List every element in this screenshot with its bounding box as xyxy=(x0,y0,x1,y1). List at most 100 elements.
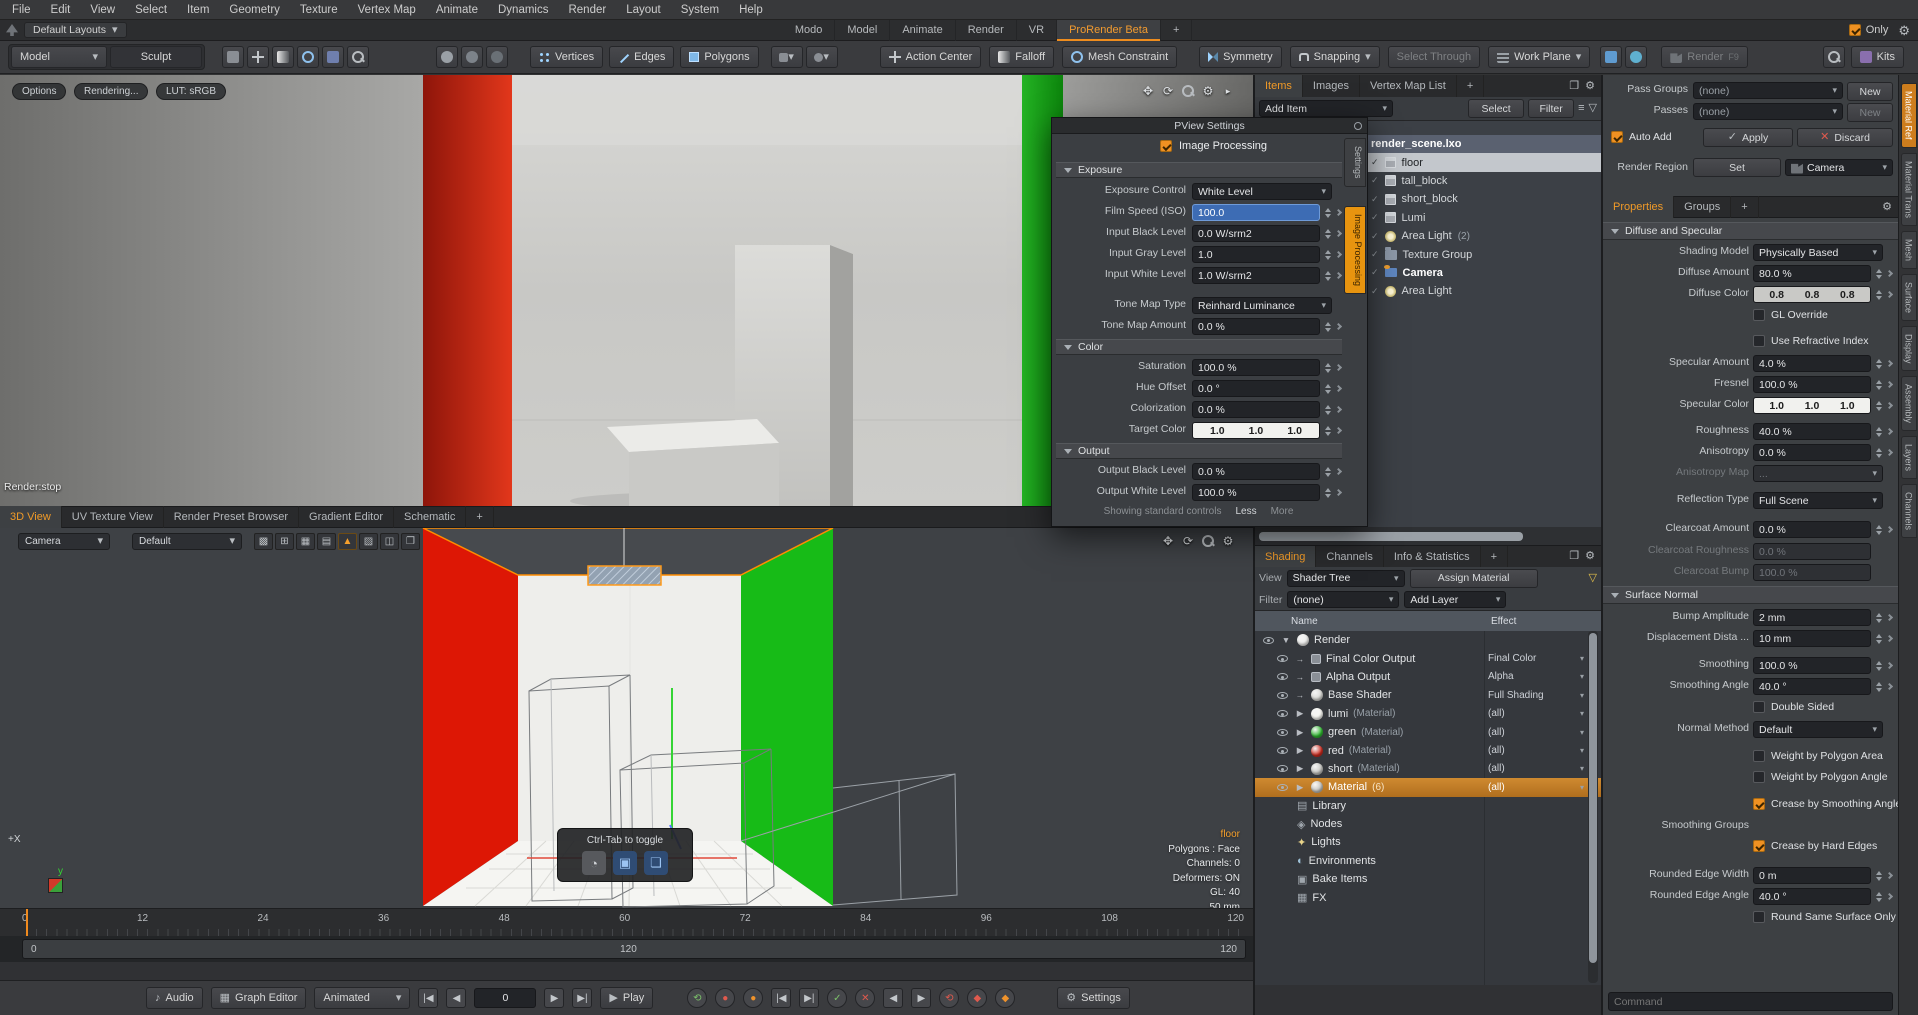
right-vertical-tab[interactable]: Material Ref xyxy=(1901,83,1917,148)
spinner[interactable] xyxy=(1873,657,1884,674)
auto-add-checkbox[interactable] xyxy=(1611,131,1623,143)
eye-icon[interactable] xyxy=(1277,692,1288,699)
work-plane-button[interactable]: Work Plane▾ xyxy=(1488,46,1590,68)
prev-frame-button[interactable]: ◀ xyxy=(446,988,466,1008)
section-exposure[interactable]: Exposure xyxy=(1056,162,1342,178)
menu-item[interactable]: Edit xyxy=(51,4,71,16)
items-hscrollbar[interactable] xyxy=(1255,527,1601,545)
vertices-button[interactable]: Vertices xyxy=(530,46,603,68)
sculpt-mode-button[interactable]: Sculpt xyxy=(110,46,202,68)
eye-icon[interactable] xyxy=(1277,729,1288,736)
spinner[interactable] xyxy=(1322,246,1333,263)
expand-icon[interactable]: ▸ xyxy=(1219,83,1237,99)
expander-icon[interactable]: ▶ xyxy=(1294,763,1306,774)
shading-filter-dropdown[interactable]: (none)▾ xyxy=(1287,591,1399,608)
mini-slider-handle[interactable] xyxy=(1884,521,1894,538)
visible-check-icon[interactable]: ✓ xyxy=(1371,194,1379,205)
ruler-icon[interactable] xyxy=(1600,46,1622,68)
mini-slider-handle[interactable] xyxy=(1884,678,1894,695)
expander-icon[interactable]: ▶ xyxy=(1294,708,1306,719)
shade-mode-5-icon[interactable]: ▨ xyxy=(359,533,378,550)
shade-mode-1-icon[interactable]: ▩ xyxy=(254,533,273,550)
spinner[interactable] xyxy=(1873,609,1884,626)
playhead[interactable] xyxy=(26,909,28,937)
current-frame-field[interactable]: 0 xyxy=(474,988,536,1008)
weight-by-polygon-angle-checkbox[interactable] xyxy=(1753,771,1765,783)
spinner[interactable] xyxy=(1873,397,1884,414)
mini-slider-handle[interactable] xyxy=(1884,376,1894,393)
items-stack-icon[interactable]: ❏ xyxy=(644,851,668,875)
step-prev-icon[interactable]: ◀ xyxy=(883,988,903,1008)
menu-item[interactable]: View xyxy=(90,4,115,16)
shading-panel-tab[interactable]: Shading xyxy=(1255,546,1316,568)
shade-mode-3-icon[interactable]: ▦ xyxy=(296,533,315,550)
mini-slider-handle[interactable] xyxy=(1333,204,1343,221)
reflection-type-dropdown[interactable]: Full Scene▾ xyxy=(1753,492,1883,509)
select-through-button[interactable]: Select Through xyxy=(1388,46,1480,68)
input-black-level-field[interactable]: 0.0 W/srm2 xyxy=(1192,225,1320,242)
play-button[interactable]: ▶Play xyxy=(600,987,653,1009)
visible-check-icon[interactable]: ✓ xyxy=(1371,157,1379,168)
bump-amplitude-field[interactable]: 2 mm xyxy=(1753,609,1871,626)
image-processing-toggle[interactable]: Image Processing xyxy=(1160,140,1267,152)
mini-slider-handle[interactable] xyxy=(1884,867,1894,884)
visible-check-icon[interactable]: ✓ xyxy=(1371,212,1379,223)
mini-slider-handle[interactable] xyxy=(1333,380,1343,397)
input-white-level-field[interactable]: 1.0 W/srm2 xyxy=(1192,267,1320,284)
layout-tab[interactable]: Modo xyxy=(783,20,836,41)
visible-check-icon[interactable]: ✓ xyxy=(1371,267,1379,278)
select-center-icon[interactable] xyxy=(486,46,508,68)
effect-dropdown-icon[interactable]: ▾ xyxy=(1580,746,1584,755)
section-output[interactable]: Output xyxy=(1056,443,1342,459)
displacement-distance-field[interactable]: 10 mm xyxy=(1753,630,1871,647)
menu-item[interactable]: Render xyxy=(568,4,606,16)
loop-playback-icon[interactable]: ⟲ xyxy=(687,988,707,1008)
gear-icon[interactable]: ⚙ xyxy=(1219,533,1237,549)
input-gray-level-field[interactable]: 1.0 xyxy=(1192,246,1320,263)
properties-tab[interactable]: Properties xyxy=(1603,196,1674,218)
right-vertical-tab[interactable]: Display xyxy=(1901,326,1917,372)
spinner[interactable] xyxy=(1873,423,1884,440)
eye-icon[interactable] xyxy=(1263,637,1274,644)
spinner[interactable] xyxy=(1322,359,1333,376)
image-processing-checkbox[interactable] xyxy=(1160,140,1172,152)
animated-dropdown[interactable]: Animated▾ xyxy=(314,987,410,1009)
section-color[interactable]: Color xyxy=(1056,339,1342,355)
item-cube-icon[interactable]: ▣ xyxy=(613,851,637,875)
spinner[interactable] xyxy=(1322,463,1333,480)
pan-icon[interactable]: ✥ xyxy=(1159,533,1177,549)
select-pivot-icon[interactable] xyxy=(461,46,483,68)
kits-button[interactable]: Kits xyxy=(1851,46,1904,68)
workplane-widget[interactable] xyxy=(48,878,63,893)
spinner[interactable] xyxy=(1873,265,1884,282)
gear-icon[interactable]: ⚙ xyxy=(1898,24,1910,37)
shade-mode-4-icon[interactable]: ▤ xyxy=(317,533,336,550)
mini-slider-handle[interactable] xyxy=(1884,397,1894,414)
reset-icon[interactable]: ⟲ xyxy=(939,988,959,1008)
target-color-field[interactable]: 1.01.01.0 xyxy=(1192,422,1320,439)
spinner[interactable] xyxy=(1322,225,1333,242)
viewport-tab[interactable]: Render Preset Browser xyxy=(164,506,299,528)
shader-tree-row[interactable]: Lights ▾ xyxy=(1255,833,1601,851)
select-items-icon[interactable] xyxy=(436,46,458,68)
cube-tool-icon[interactable] xyxy=(222,46,244,68)
select-button[interactable]: Select xyxy=(1468,99,1524,118)
diffuse-color-field[interactable]: 0.80.80.8 xyxy=(1753,286,1871,303)
specular-color-field[interactable]: 1.01.01.0 xyxy=(1753,397,1871,414)
mini-slider-handle[interactable] xyxy=(1333,484,1343,501)
mini-slider-handle[interactable] xyxy=(1884,888,1894,905)
spinner[interactable] xyxy=(1873,678,1884,695)
output-black-level-field[interactable]: 0.0 % xyxy=(1192,463,1320,480)
menu-item[interactable]: Animate xyxy=(436,4,478,16)
items-panel-tab[interactable]: Items xyxy=(1255,75,1303,97)
mini-slider-handle[interactable] xyxy=(1884,609,1894,626)
shader-tree-row[interactable]: Library ▾ xyxy=(1255,797,1601,815)
spinner[interactable] xyxy=(1873,521,1884,538)
add-shading-tab-button[interactable]: + xyxy=(1481,546,1508,568)
right-vertical-tab[interactable]: Mesh xyxy=(1901,231,1917,269)
eye-icon[interactable] xyxy=(1277,765,1288,772)
render-region-camera-dropdown[interactable]: Camera▾ xyxy=(1785,159,1893,176)
spinner[interactable] xyxy=(1322,318,1333,335)
viewport-3d[interactable]: Camera▾ Default▾ ▩ ⊞ ▦ ▤ ▲ ▨ ◫ ❐ ✥ ⟳ ⚙ f… xyxy=(0,528,1253,908)
menu-item[interactable]: Geometry xyxy=(229,4,280,16)
